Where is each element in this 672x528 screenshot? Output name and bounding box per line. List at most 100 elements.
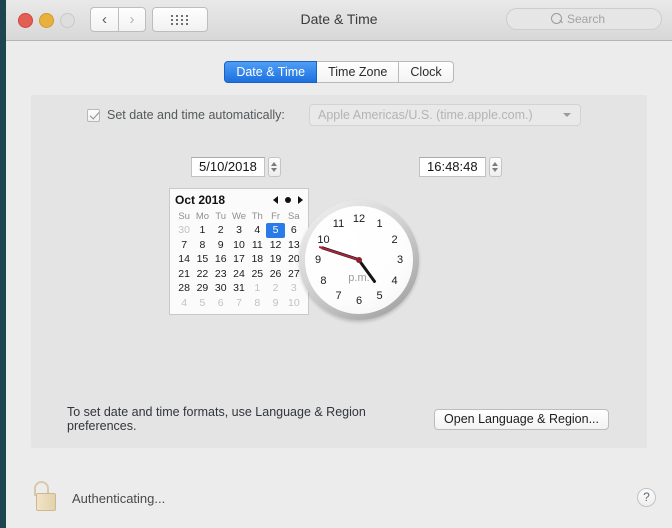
auto-time-row: Set date and time automatically: (87, 108, 285, 122)
calendar-day[interactable]: 30 (175, 223, 193, 238)
calendar-day[interactable]: 29 (193, 281, 211, 296)
calendar-dow-th: Th (251, 211, 263, 222)
calendar-day[interactable]: 9 (266, 296, 284, 311)
calendar-day[interactable]: 2 (212, 223, 230, 238)
set-automatically-label: Set date and time automatically: (107, 108, 285, 122)
calendar-day[interactable]: 16 (212, 252, 230, 267)
search-placeholder: Search (567, 12, 606, 26)
clock-hour-12: 12 (352, 213, 366, 225)
calendar-day[interactable]: 25 (248, 267, 266, 282)
calendar-day[interactable]: 19 (266, 252, 284, 267)
clock-hour-2: 2 (391, 233, 398, 246)
calendar-week-row: 28 29 30 31 1 2 3 (175, 281, 303, 296)
calendar-day[interactable]: 21 (175, 267, 193, 282)
set-automatically-checkbox[interactable] (87, 108, 100, 122)
date-stepper[interactable] (267, 157, 281, 177)
clock-hour-11: 11 (332, 218, 345, 231)
calendar-month-label: Oct 2018 (175, 193, 226, 207)
chevron-down-icon (563, 113, 571, 117)
calendar-day-headers: Su Mo Tu We Th Fr Sa (175, 210, 303, 223)
calendar-day[interactable]: 12 (266, 238, 284, 253)
calendar-day[interactable]: 7 (230, 296, 248, 311)
calendar-day[interactable]: 17 (230, 252, 248, 267)
calendar-week-row: 4 5 6 7 8 9 10 (175, 296, 303, 311)
tab-clock[interactable]: Clock (399, 61, 454, 83)
date-field-group: 5/10/2018 (191, 157, 281, 177)
tab-date-time[interactable]: Date & Time (224, 61, 318, 83)
calendar-day[interactable]: 28 (175, 281, 193, 296)
window-titlebar: ‹ › Date & Time Search (6, 0, 672, 41)
calendar-dow-fr: Fr (271, 211, 281, 222)
time-stepper[interactable] (488, 157, 502, 177)
calendar-day[interactable]: 6 (212, 296, 230, 311)
analog-clock: p.m. 12 1 2 3 4 5 6 7 8 9 10 11 (299, 200, 419, 320)
tab-bar: Date & Time Time Zone Clock (6, 61, 672, 83)
clock-hour-4: 4 (391, 274, 398, 287)
clock-hour-3: 3 (396, 254, 404, 266)
calendar-day[interactable]: 5 (193, 296, 211, 311)
time-input[interactable]: 16:48:48 (419, 157, 486, 177)
calendar-day[interactable]: 11 (248, 238, 266, 253)
calendar-day[interactable]: 30 (212, 281, 230, 296)
calendar-day[interactable]: 2 (266, 281, 284, 296)
calendar-day[interactable]: 23 (212, 267, 230, 282)
clock-hour-6: 6 (355, 295, 363, 307)
open-language-region-button[interactable]: Open Language & Region... (434, 408, 609, 430)
clock-hour-9: 9 (314, 254, 322, 266)
tab-time-zone[interactable]: Time Zone (317, 61, 400, 83)
clock-hour-8: 8 (320, 274, 327, 287)
preferences-window: ‹ › Date & Time Search Date & Time Time Z… (6, 0, 672, 528)
formats-note-text: To set date and time formats, use Langua… (67, 405, 366, 433)
authentication-status-text: Authenticating... (72, 491, 166, 506)
calendar-day[interactable]: 4 (248, 223, 266, 238)
date-time-panel: Set date and time automatically: Apple A… (31, 95, 647, 448)
triangle-left-icon[interactable] (273, 196, 278, 204)
clock-hour-5: 5 (376, 289, 383, 302)
date-input[interactable]: 5/10/2018 (191, 157, 265, 177)
calendar-week-row: 14 15 16 17 18 19 20 (175, 252, 303, 267)
calendar-day[interactable]: 26 (266, 267, 284, 282)
calendar-day[interactable]: 10 (230, 238, 248, 253)
clock-face: p.m. 12 1 2 3 4 5 6 7 8 9 10 11 (305, 206, 413, 314)
calendar-widget[interactable]: Oct 2018 Su Mo Tu We Th Fr Sa 30 1 2 3 4 5 6 7 8 9 10 11 1… (169, 188, 309, 315)
clock-hour-10: 10 (317, 233, 330, 246)
calendar-day[interactable]: 1 (193, 223, 211, 238)
calendar-day[interactable]: 8 (193, 238, 211, 253)
calendar-day-selected[interactable]: 5 (266, 223, 285, 238)
calendar-day[interactable]: 24 (230, 267, 248, 282)
calendar-day[interactable]: 9 (212, 238, 230, 253)
calendar-day[interactable]: 3 (230, 223, 248, 238)
calendar-week-row: 7 8 9 10 11 12 13 (175, 238, 303, 253)
calendar-day[interactable]: 8 (248, 296, 266, 311)
calendar-day[interactable]: 18 (248, 252, 266, 267)
calendar-day[interactable]: 31 (230, 281, 248, 296)
time-field-group: 16:48:48 (419, 157, 502, 177)
calendar-dow-tu: Tu (215, 211, 227, 222)
calendar-grid: 30 1 2 3 4 5 6 7 8 9 10 11 12 13 14 15 16 17 18 19 20 21 22 23 2… (175, 223, 303, 310)
calendar-header: Oct 2018 (175, 192, 303, 208)
calendar-day[interactable]: 14 (175, 252, 193, 267)
calendar-week-row: 21 22 23 24 25 26 27 (175, 267, 303, 282)
calendar-day[interactable]: 15 (193, 252, 211, 267)
padlock-body (36, 493, 56, 511)
help-button[interactable]: ? (637, 488, 656, 507)
search-icon (551, 13, 562, 24)
calendar-dow-mo: Mo (195, 211, 210, 222)
calendar-day[interactable]: 4 (175, 296, 193, 311)
calendar-day[interactable]: 7 (175, 238, 193, 253)
time-server-select[interactable]: Apple Americas/U.S. (time.apple.com.) (309, 104, 581, 126)
clock-center-cap (356, 257, 362, 263)
time-server-value: Apple Americas/U.S. (time.apple.com.) (318, 108, 533, 122)
formats-note-row: To set date and time formats, use Langua… (67, 405, 609, 433)
clock-hour-1: 1 (376, 218, 383, 231)
calendar-dow-su: Su (178, 211, 190, 222)
calendar-dow-we: We (231, 211, 247, 222)
unlocked-padlock-icon[interactable] (33, 481, 59, 511)
clock-hour-7: 7 (335, 289, 342, 302)
dot-icon[interactable] (285, 197, 291, 203)
calendar-day[interactable]: 1 (248, 281, 266, 296)
calendar-day[interactable]: 22 (193, 267, 211, 282)
calendar-week-row: 30 1 2 3 4 5 6 (175, 223, 303, 238)
window-footer: Authenticating... ? (6, 448, 672, 528)
search-input[interactable]: Search (506, 8, 662, 30)
